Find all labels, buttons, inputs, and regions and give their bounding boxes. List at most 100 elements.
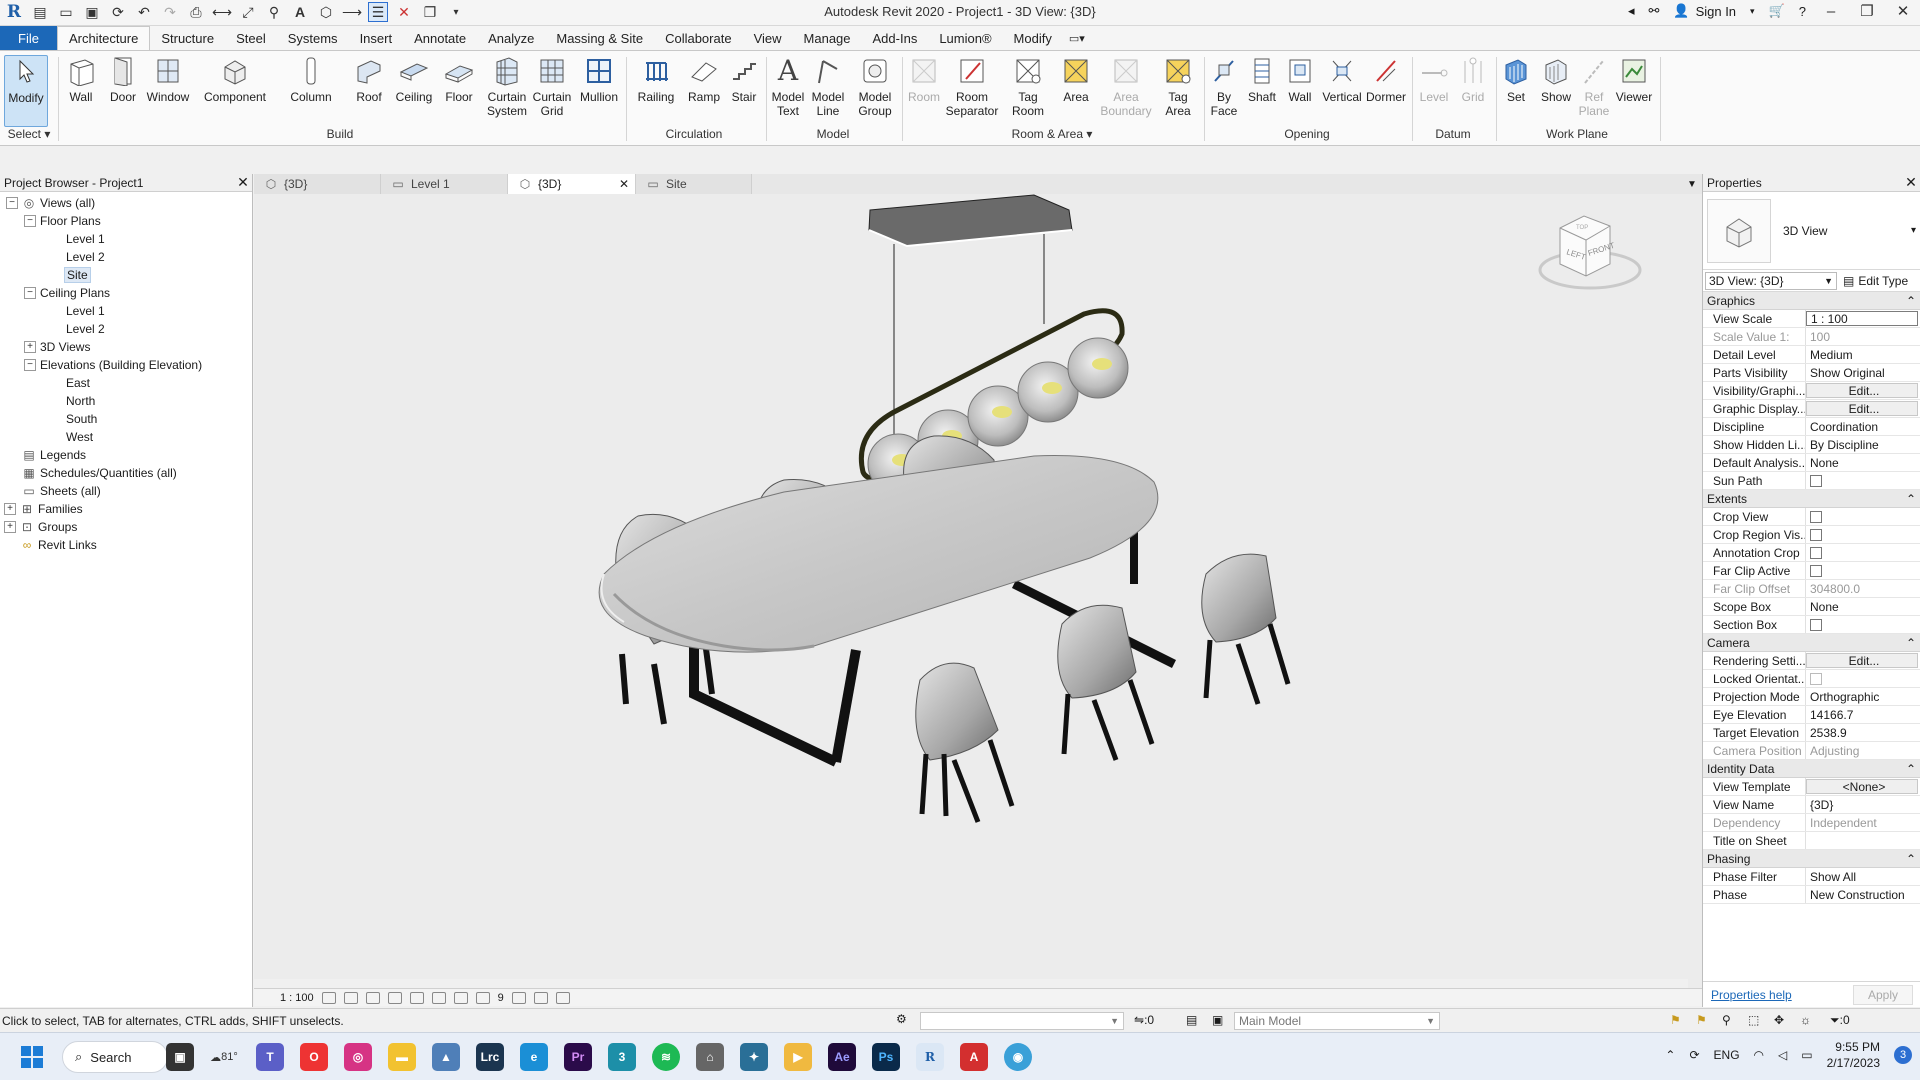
tab-modify[interactable]: Modify [1003, 26, 1063, 50]
collapse-icon[interactable]: − [6, 197, 18, 209]
railing-tool[interactable]: Railing [636, 55, 676, 104]
curtain-grid-tool[interactable]: Curtain Grid [532, 55, 572, 118]
revit-taskbar-icon[interactable]: R [916, 1043, 944, 1071]
help-icon[interactable]: ? [1799, 4, 1806, 19]
dormer-tool[interactable]: Dormer [1364, 55, 1408, 104]
customize-qat-icon[interactable]: ▾ [446, 2, 466, 22]
type-selector[interactable]: 3D View ▾ [1703, 192, 1920, 270]
photoshop-icon[interactable]: Ps [872, 1043, 900, 1071]
property-group-header[interactable]: Extents ⌃ [1703, 490, 1920, 508]
chevron-up-icon[interactable]: ⌃ [1665, 1048, 1675, 1062]
editable-only-icon[interactable]: ⇋:0 [1134, 1013, 1154, 1027]
tree-node[interactable]: − ◎ Views (all) [0, 194, 252, 212]
temp-properties-icon[interactable] [511, 991, 526, 1004]
model-line-tool[interactable]: Model Line [808, 55, 848, 118]
collapse-icon[interactable]: ⌃ [1906, 294, 1916, 308]
collapse-icon[interactable]: ⌃ [1906, 492, 1916, 506]
tree-node[interactable]: Level 1 [0, 230, 252, 248]
crop-region-icon[interactable] [431, 991, 446, 1004]
property-value[interactable]: None [1806, 454, 1920, 471]
mullion-tool[interactable]: Mullion [578, 55, 620, 104]
collapse-icon[interactable]: − [24, 359, 36, 371]
tree-node[interactable]: North [0, 392, 252, 410]
close-icon[interactable]: ✕ [234, 174, 252, 191]
battery-icon[interactable]: ▭ [1801, 1048, 1812, 1062]
select-links-icon[interactable]: ⚑ [1670, 1013, 1681, 1027]
expand-icon[interactable]: + [4, 503, 16, 515]
open-icon[interactable]: ▭ [56, 2, 76, 22]
property-value[interactable] [1806, 832, 1920, 849]
roof-tool[interactable]: Roof [352, 55, 386, 104]
wall-opening-tool[interactable]: Wall [1284, 55, 1316, 104]
tree-node[interactable]: − Ceiling Plans [0, 284, 252, 302]
detail-level-icon[interactable] [321, 991, 336, 1004]
tree-node[interactable]: Level 2 [0, 320, 252, 338]
property-group-header[interactable]: Identity Data ⌃ [1703, 760, 1920, 778]
room-area-panel-label[interactable]: Room & Area ▾ [902, 127, 1202, 141]
collapse-icon[interactable]: ⌃ [1906, 852, 1916, 866]
drag-elements-icon[interactable]: ✥ [1774, 1013, 1784, 1027]
property-value[interactable]: None [1806, 598, 1920, 615]
property-value[interactable]: Medium [1806, 346, 1920, 363]
property-value[interactable]: Orthographic [1806, 688, 1920, 705]
tree-node[interactable]: Level 2 [0, 248, 252, 266]
select-pinned-icon[interactable]: ⚲ [1722, 1013, 1731, 1027]
select-by-face-icon[interactable]: ⬚ [1748, 1013, 1759, 1027]
property-group-header[interactable]: Phasing ⌃ [1703, 850, 1920, 868]
tab-annotate[interactable]: Annotate [403, 26, 477, 50]
tree-node[interactable]: − Floor Plans [0, 212, 252, 230]
autocad-icon[interactable]: A [960, 1043, 988, 1071]
cart-icon[interactable]: 🛒 [1769, 3, 1785, 19]
instagram-icon[interactable]: ◎ [344, 1043, 372, 1071]
model-text-tool[interactable]: A Model Text [768, 55, 808, 119]
file-explorer-icon[interactable]: ▬ [388, 1043, 416, 1071]
restore-button[interactable]: ❐ [1856, 2, 1878, 20]
lightroom-icon[interactable]: Lrc [476, 1043, 504, 1071]
close-hidden-icon[interactable]: ✕ [394, 2, 414, 22]
tab-structure[interactable]: Structure [150, 26, 225, 50]
undo-icon[interactable]: ↶ [134, 2, 154, 22]
tab-file[interactable]: File [0, 26, 57, 50]
tree-node-selected[interactable]: Site [0, 266, 252, 284]
tab-insert[interactable]: Insert [349, 26, 404, 50]
tab-collaborate[interactable]: Collaborate [654, 26, 743, 50]
area-tool[interactable]: Area [1056, 55, 1096, 104]
clock[interactable]: 9:55 PM 2/17/2023 [1827, 1039, 1880, 1071]
property-value[interactable]: Edit... [1806, 401, 1918, 416]
view-tab-active[interactable]: ⬡ {3D} ✕ [508, 174, 636, 194]
type-dropdown-icon[interactable]: ▾ [1911, 225, 1920, 236]
tree-node[interactable]: ∞ Revit Links [0, 536, 252, 554]
aligned-dimension-icon[interactable]: ⤢ [238, 2, 258, 22]
minimize-button[interactable]: – [1820, 3, 1842, 20]
tree-node[interactable]: ▦ Schedules/Quantities (all) [0, 464, 252, 482]
windows-start-icon[interactable] [18, 1043, 46, 1071]
property-checkbox[interactable] [1810, 474, 1822, 487]
tag-icon[interactable]: ⚲ [264, 2, 284, 22]
tab-systems[interactable]: Systems [277, 26, 349, 50]
grid-tool[interactable]: Grid [1456, 55, 1490, 104]
vertical-scrollbar[interactable] [1688, 194, 1702, 988]
ref-plane-tool[interactable]: Ref Plane [1578, 55, 1610, 118]
task-view-icon[interactable]: ▣ [166, 1043, 194, 1071]
property-checkbox[interactable] [1810, 546, 1822, 559]
autodesk-app-icon[interactable]: ✦ [740, 1043, 768, 1071]
level-tool[interactable]: Level [1416, 55, 1452, 104]
viewer-tool[interactable]: Viewer [1614, 55, 1654, 104]
filter-icon[interactable]: ⏷:0 [1830, 1013, 1850, 1028]
collapse-icon[interactable]: ⌃ [1906, 636, 1916, 650]
design-options-icon[interactable]: ▤ [1186, 1013, 1197, 1027]
floor-tool[interactable]: Floor [442, 55, 476, 104]
ceiling-tool[interactable]: Ceiling [394, 55, 434, 104]
constraints-icon[interactable] [555, 991, 570, 1004]
property-value[interactable]: Show All [1806, 868, 1920, 885]
sync-tray-icon[interactable]: ⟳ [1689, 1048, 1699, 1062]
close-button[interactable]: ✕ [1892, 2, 1914, 20]
language-indicator[interactable]: ENG [1714, 1048, 1740, 1062]
tab-analyze[interactable]: Analyze [477, 26, 545, 50]
tab-lumion[interactable]: Lumion® [928, 26, 1002, 50]
property-value[interactable]: Edit... [1806, 653, 1918, 668]
taskbar-search[interactable]: ⌕ Search [62, 1041, 168, 1073]
collapse-icon[interactable]: − [24, 215, 36, 227]
column-tool[interactable]: Column [288, 55, 334, 104]
view-tab[interactable]: ⬡ {3D} [254, 174, 381, 194]
